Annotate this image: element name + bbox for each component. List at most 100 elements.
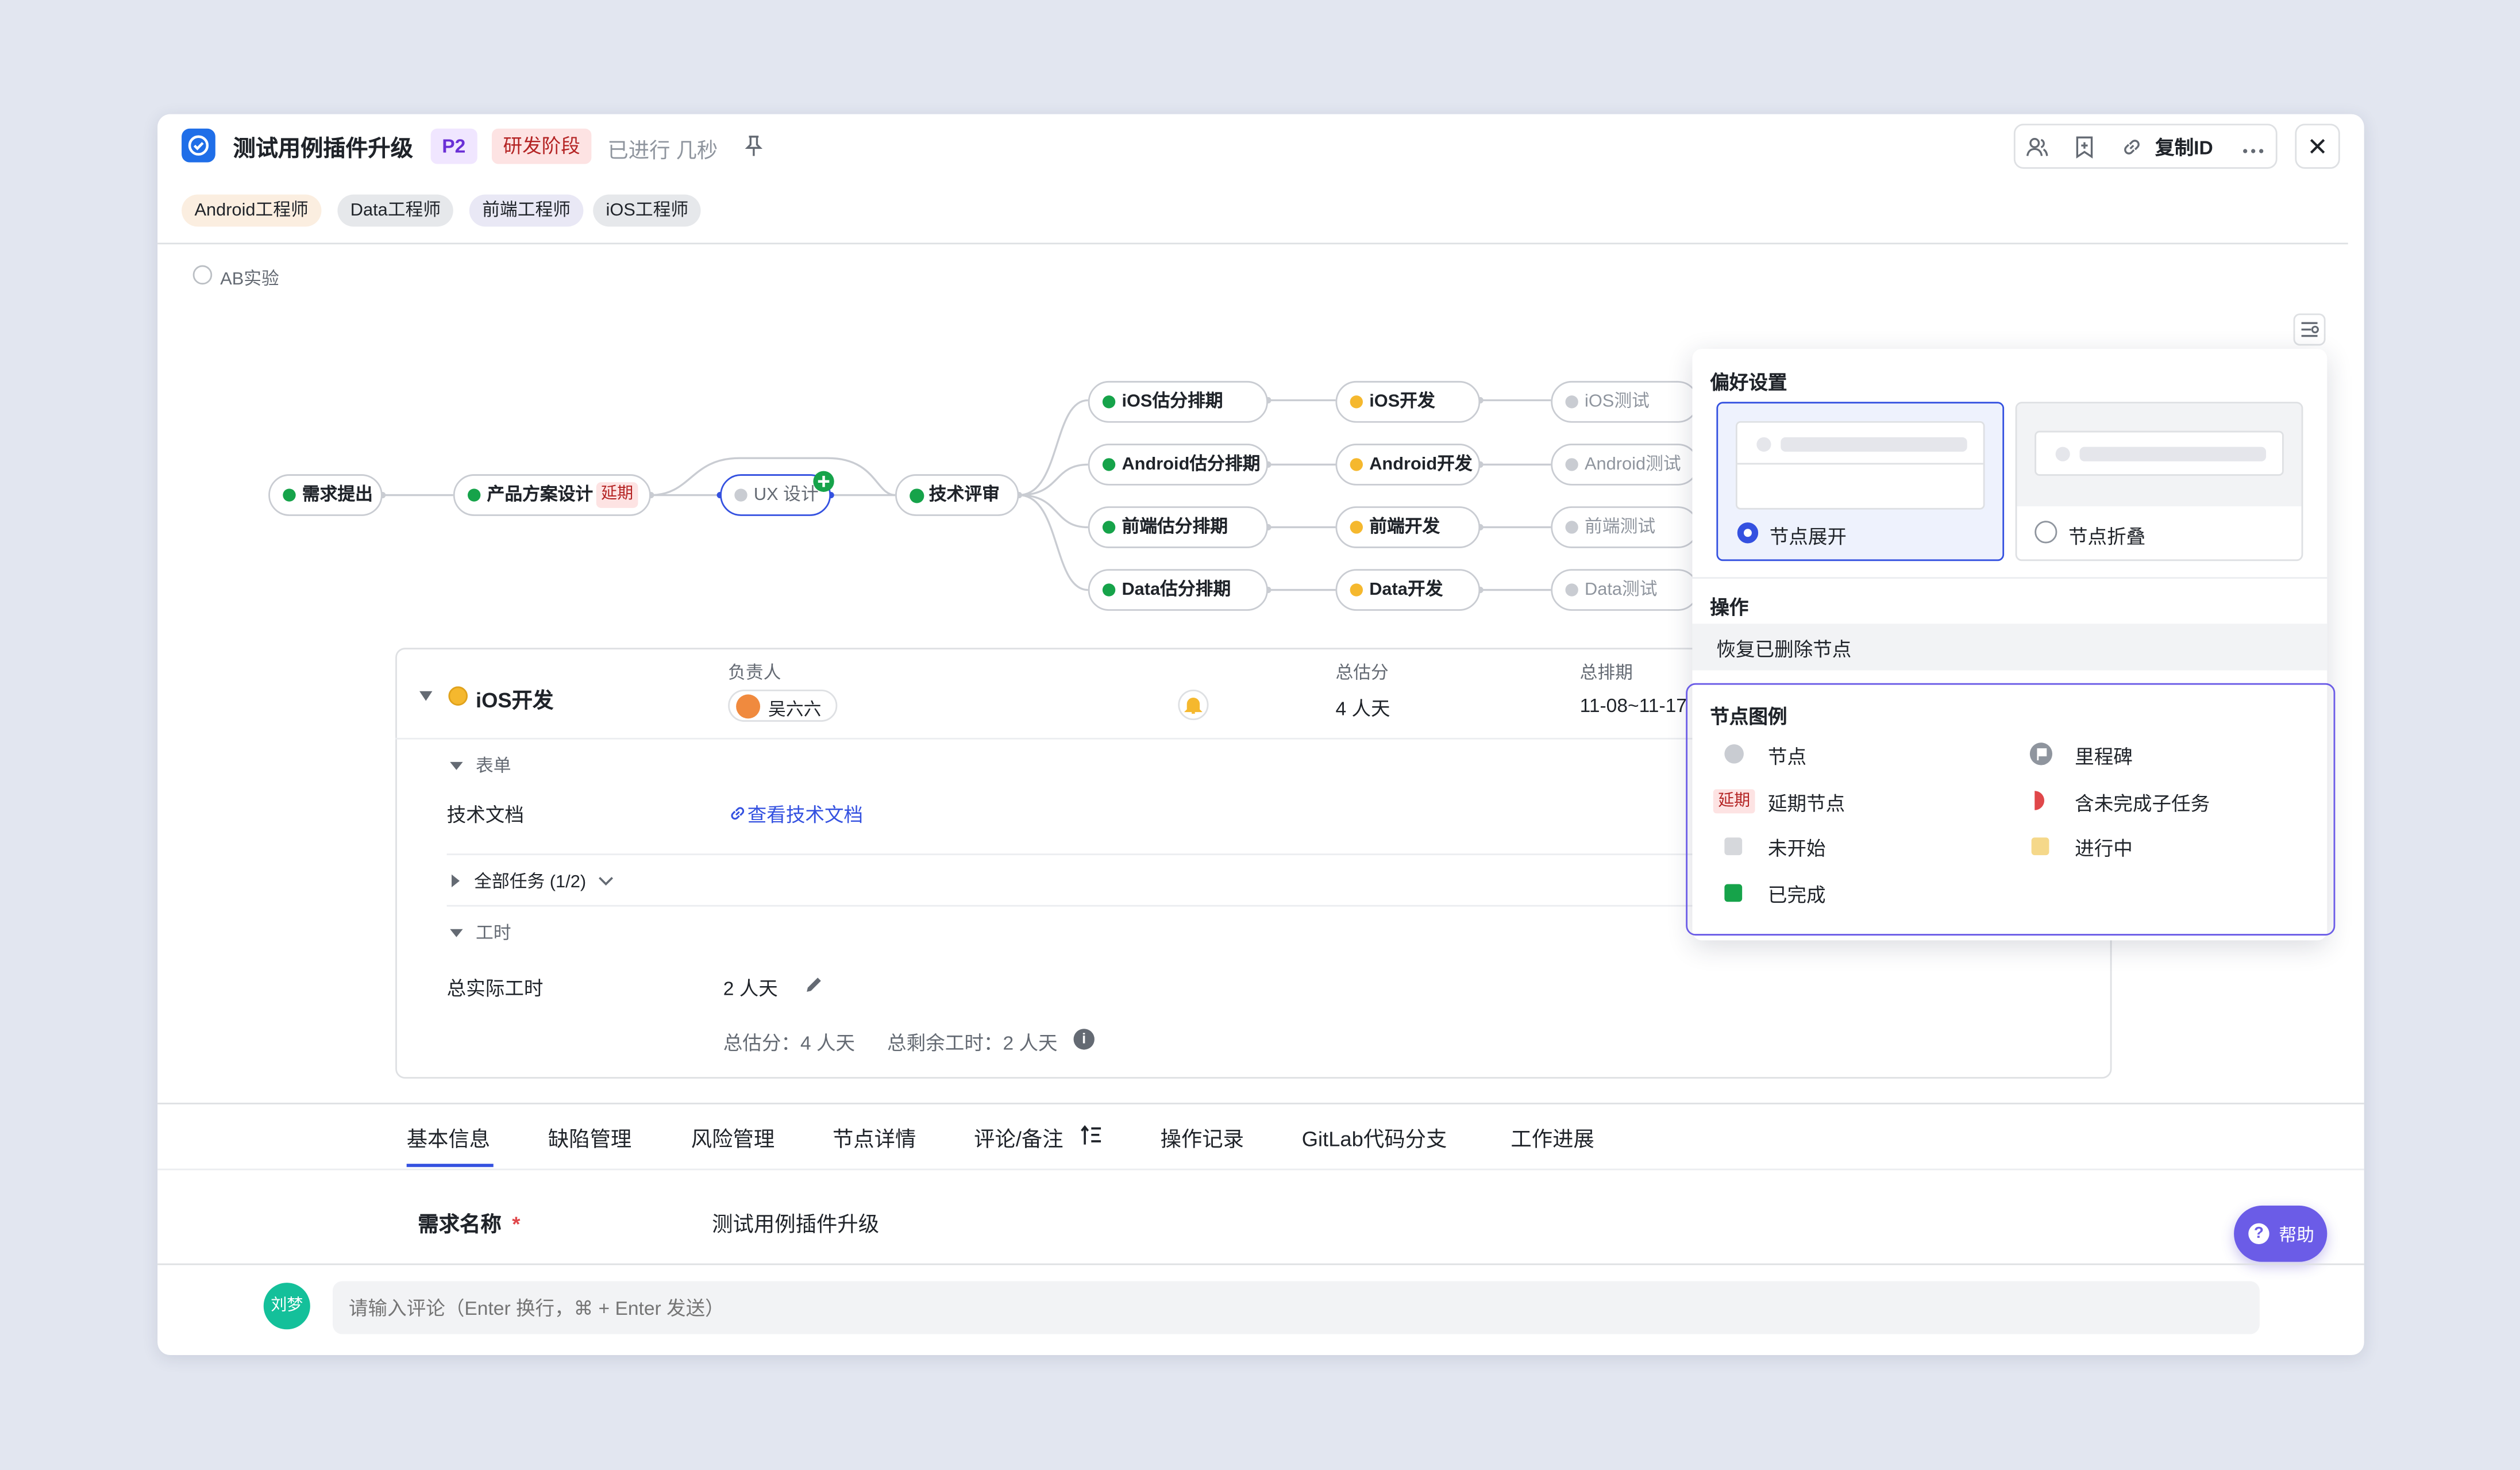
- legend-milestone-icon: [2029, 742, 2053, 765]
- flow-node-ios-estimate[interactable]: iOS估分排期: [1088, 380, 1268, 423]
- hours-section-toggle[interactable]: 工时: [450, 919, 511, 945]
- flow-node-req[interactable]: 需求提出: [268, 474, 383, 516]
- tab-node-details[interactable]: 节点详情: [833, 1122, 916, 1152]
- status-in-progress-dot: [1350, 395, 1363, 409]
- tech-doc-link[interactable]: 查看技术文档: [728, 801, 863, 828]
- tabs-top-divider: [157, 1102, 2364, 1105]
- status-in-progress-dot: [1350, 521, 1363, 534]
- status-in-progress-dot: [1350, 458, 1363, 471]
- flow-node-data-dev[interactable]: Data开发: [1335, 569, 1481, 611]
- owner-name: 吴六六: [768, 701, 822, 721]
- section-divider: [446, 905, 1701, 907]
- owner-chip[interactable]: 吴六六: [728, 689, 838, 722]
- status-done-dot: [1102, 395, 1116, 409]
- tab-gitlab-branches[interactable]: GitLab代码分支: [1302, 1122, 1447, 1152]
- radio-selected: [1737, 522, 1759, 544]
- option-expand[interactable]: 节点展开: [1716, 402, 2005, 561]
- flow-node-data-estimate[interactable]: Data估分排期: [1088, 569, 1268, 611]
- pref-title: 偏好设置: [1710, 371, 1787, 394]
- summary-estimate: 总估分：4 人天: [723, 1032, 856, 1055]
- legend-title: 节点图例: [1710, 705, 1787, 729]
- legend-node-icon: [1724, 744, 1744, 764]
- legend-not-started-swatch: [1724, 837, 1743, 856]
- flow-node-review[interactable]: 技术评审: [895, 474, 1019, 516]
- summary-remaining: 总剩余工时：2 人天: [887, 1032, 1058, 1055]
- avatar: 刘梦: [263, 1283, 310, 1330]
- tab-operation-log[interactable]: 操作记录: [1161, 1122, 1244, 1152]
- legend-not-started-label: 未开始: [1767, 837, 1826, 860]
- actual-hours-value: 2 人天: [723, 977, 778, 1000]
- flow-node-android-estimate[interactable]: Android估分排期: [1088, 444, 1268, 486]
- help-button[interactable]: ? 帮助: [2234, 1205, 2328, 1262]
- add-node-icon[interactable]: [813, 471, 834, 492]
- flow-node-fe-dev[interactable]: 前端开发: [1335, 506, 1481, 548]
- tab-basic-info[interactable]: 基本信息: [407, 1122, 490, 1152]
- link-icon: [731, 807, 745, 820]
- legend-node-label: 节点: [1767, 745, 1807, 769]
- legend-milestone-label: 里程碑: [2075, 745, 2133, 769]
- legend-in-progress-label: 进行中: [2075, 837, 2133, 860]
- active-tab-indicator: [406, 1164, 494, 1167]
- comment-input[interactable]: [333, 1281, 2260, 1334]
- option-collapse[interactable]: 节点折叠: [2015, 402, 2303, 561]
- requirement-name-value[interactable]: 测试用例插件升级: [712, 1207, 879, 1238]
- info-icon[interactable]: i: [1073, 1029, 1095, 1050]
- tech-doc-label: 技术文档: [446, 803, 524, 826]
- caret-down-icon: [450, 929, 463, 937]
- caret-down-icon: [450, 761, 463, 770]
- milestone-done-icon: [910, 488, 924, 503]
- expand-label: 节点展开: [1769, 525, 1847, 548]
- status-done-dot: [1102, 583, 1116, 597]
- form-section-toggle[interactable]: 表单: [450, 752, 511, 778]
- status-done-dot: [283, 488, 296, 502]
- tab-comments[interactable]: 评论/备注: [974, 1122, 1064, 1152]
- avatar: [736, 694, 761, 719]
- flow-node-fe-estimate[interactable]: 前端估分排期: [1088, 506, 1268, 548]
- all-tasks-toggle[interactable]: 全部任务 (1/2): [452, 868, 614, 894]
- sort-icon[interactable]: [1080, 1125, 1103, 1146]
- flow-node-ios-dev[interactable]: iOS开发: [1335, 380, 1481, 423]
- edit-pencil-icon[interactable]: [804, 974, 824, 995]
- tab-work-progress[interactable]: 工作进展: [1511, 1122, 1594, 1152]
- tab-risks[interactable]: 风险管理: [691, 1122, 775, 1152]
- flow-node-android-dev[interactable]: Android开发: [1335, 444, 1481, 486]
- legend-delay-badge: 延期: [1713, 789, 1755, 814]
- status-not-started-dot: [1565, 583, 1578, 597]
- flow-node-data-test[interactable]: Data测试: [1551, 569, 1699, 611]
- caret-right-icon: [452, 874, 460, 888]
- schedule-label: 总排期: [1579, 664, 1633, 683]
- delay-badge: 延期: [596, 482, 638, 508]
- status-not-started-dot: [1565, 458, 1578, 471]
- status-done-dot: [467, 488, 481, 502]
- popover-divider: [1692, 577, 2328, 579]
- flow-node-android-test[interactable]: Android测试: [1551, 444, 1699, 486]
- required-mark: *: [512, 1212, 521, 1237]
- help-icon: ?: [2248, 1223, 2269, 1245]
- status-done-dot: [1102, 521, 1116, 534]
- tab-defects[interactable]: 缺陷管理: [548, 1122, 631, 1152]
- section-divider: [446, 853, 1701, 856]
- legend-in-progress-swatch: [2031, 837, 2049, 856]
- collapse-label: 节点折叠: [2068, 525, 2146, 548]
- detail-node-name: iOS开发: [475, 688, 554, 713]
- flow-node-design[interactable]: 产品方案设计 延期: [453, 474, 651, 516]
- chevron-down-icon: [598, 876, 613, 886]
- legend-unfinished-label: 含未完成子任务: [2075, 792, 2210, 815]
- collapse-caret-icon[interactable]: [419, 691, 433, 701]
- help-label: 帮助: [2279, 1226, 2314, 1246]
- status-not-started-dot: [1565, 395, 1578, 409]
- owner-label: 负责人: [728, 664, 781, 683]
- flow-node-fe-test[interactable]: 前端测试: [1551, 506, 1699, 548]
- restore-deleted-nodes[interactable]: 恢复已删除节点: [1692, 624, 2328, 671]
- estimate-label: 总估分: [1335, 664, 1389, 683]
- status-not-started-dot: [1565, 521, 1578, 534]
- status-not-started-dot: [734, 488, 747, 502]
- comment-divider: [157, 1263, 2364, 1265]
- flow-node-ios-test[interactable]: iOS测试: [1551, 380, 1699, 423]
- status-done-dot: [1102, 458, 1116, 471]
- actual-hours-label: 总实际工时: [446, 977, 544, 1000]
- collapse-preview: [2035, 430, 2284, 476]
- detail-status-dot: [448, 686, 468, 706]
- reminder-bell-icon[interactable]: [1178, 689, 1209, 721]
- schedule-value[interactable]: 11-08~11-17: [1580, 694, 1689, 717]
